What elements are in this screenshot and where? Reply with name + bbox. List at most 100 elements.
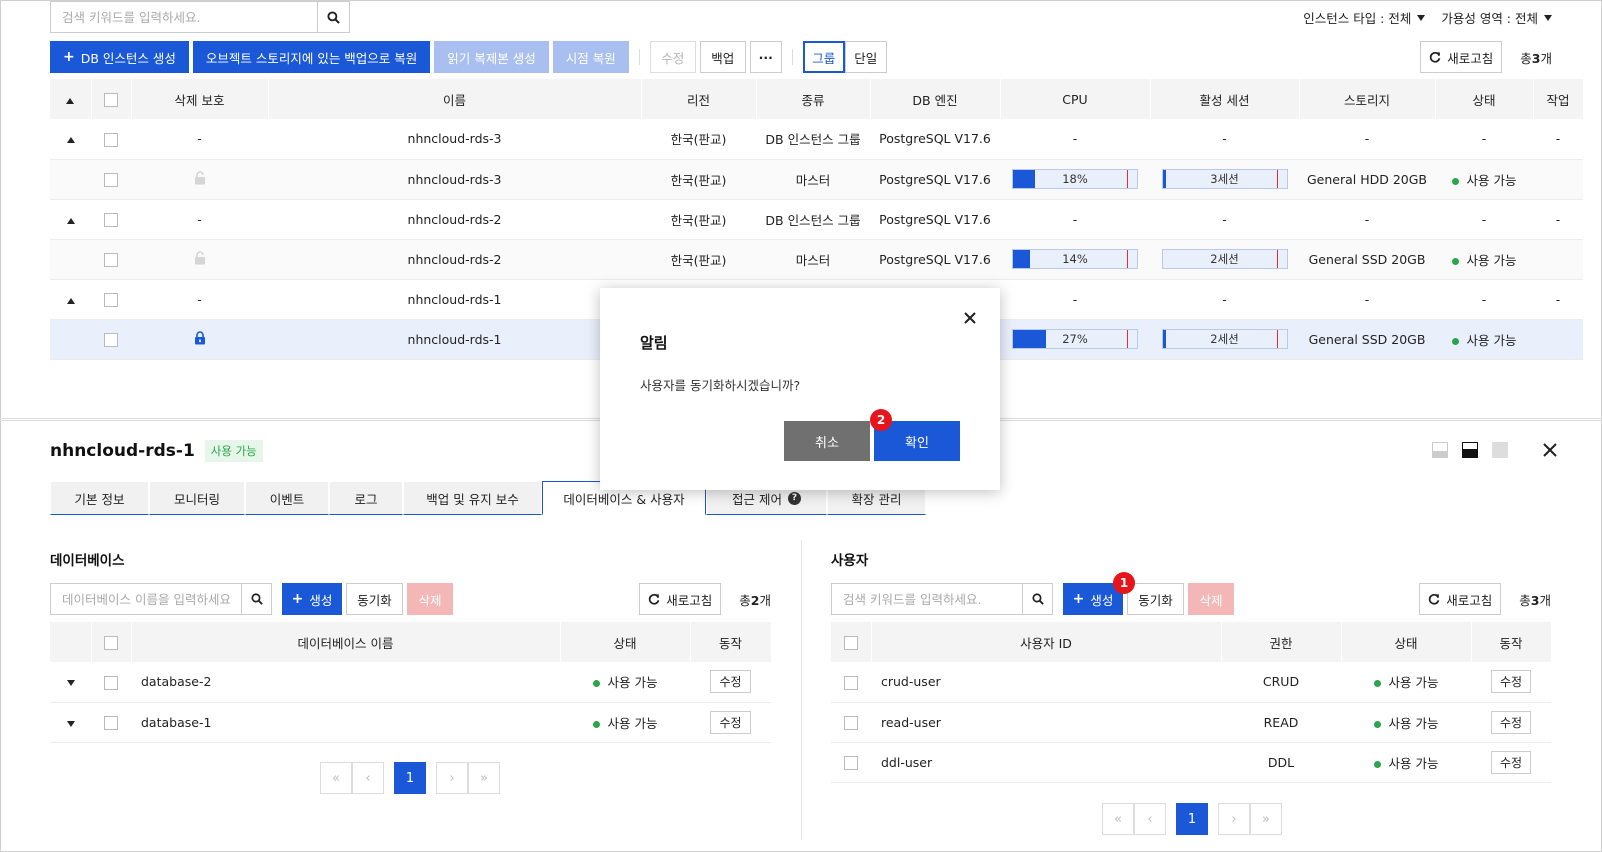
user-sync-button[interactable]: 동기화 [1127, 583, 1184, 615]
create-db-instance-button[interactable]: + DB 인스턴스 생성 [50, 41, 189, 73]
instance-name: nhncloud-rds-1 [268, 319, 641, 360]
database-create-button[interactable]: + 생성 [282, 583, 342, 615]
user-edit-button[interactable]: 수정 [1490, 750, 1532, 774]
table-row[interactable]: nhncloud-rds-2 한국(판교) 마스터 PostgreSQL V17… [50, 239, 1583, 280]
row-checkbox[interactable] [104, 675, 118, 690]
select-all-checkbox[interactable] [104, 635, 118, 650]
layout-full-icon[interactable] [1492, 442, 1508, 458]
last-page-button[interactable]: » [1250, 803, 1282, 835]
last-page-button[interactable]: » [468, 762, 500, 794]
row-checkbox[interactable] [844, 675, 858, 690]
database-search-box [50, 583, 272, 615]
refresh-icon [1430, 51, 1441, 63]
table-row[interactable]: nhncloud-rds-3 한국(판교) 마스터 PostgreSQL V17… [50, 159, 1583, 200]
view-single-button[interactable]: 단일 [844, 41, 887, 73]
database-refresh-button[interactable]: 새로고침 [639, 583, 722, 615]
layout-split-icon[interactable] [1432, 442, 1448, 458]
row-checkbox[interactable] [844, 715, 858, 730]
table-row[interactable]: read-user READ 사용 가능 수정 [831, 702, 1551, 743]
restore-from-backup-button[interactable]: 오브젝트 스토리지에 있는 백업으로 복원 [192, 41, 431, 73]
group-collapse-toggle[interactable] [50, 119, 91, 160]
current-page[interactable]: 1 [1176, 803, 1208, 835]
status-dot [592, 680, 600, 688]
group-collapse-toggle[interactable] [50, 199, 91, 240]
backup-button[interactable]: 백업 [699, 41, 746, 73]
db-engine: PostgreSQL V17.6 [870, 119, 1000, 160]
database-edit-button[interactable]: 수정 [710, 710, 751, 734]
database-edit-button[interactable]: 수정 [710, 670, 751, 694]
current-page[interactable]: 1 [394, 762, 426, 794]
expand-toggle[interactable] [50, 702, 91, 743]
group-collapse-toggle[interactable] [50, 279, 91, 320]
first-page-button[interactable]: « [1102, 803, 1134, 835]
row-checkbox[interactable] [844, 755, 858, 770]
first-page-button[interactable]: « [320, 762, 352, 794]
table-row[interactable]: ddl-user DDL 사용 가능 수정 [831, 742, 1551, 783]
table-row[interactable]: - nhncloud-rds-2 한국(판교) DB 인스턴스 그룹 Postg… [50, 199, 1583, 240]
row-checkbox[interactable] [104, 715, 118, 730]
row-checkbox[interactable] [104, 332, 118, 347]
active-sessions: - [1150, 119, 1299, 160]
row-checkbox[interactable] [104, 252, 118, 267]
prev-page-button[interactable]: ‹ [352, 762, 384, 794]
row-checkbox[interactable] [104, 212, 118, 227]
table-row[interactable]: - nhncloud-rds-3 한국(판교) DB 인스턴스 그룹 Postg… [50, 119, 1583, 160]
column-header: 상태 [1341, 622, 1472, 662]
column-header: 상태 [560, 622, 691, 662]
row-checkbox[interactable] [104, 132, 118, 147]
instance-type-filter[interactable]: 인스턴스 타입 : 전체 [1303, 8, 1426, 27]
user-search-button[interactable] [1022, 584, 1052, 614]
availability-zone-filter[interactable]: 가용성 영역 : 전체 [1441, 8, 1552, 27]
refresh-button[interactable]: 새로고침 [1420, 41, 1503, 73]
database-search-button[interactable] [241, 584, 271, 614]
plus-icon: + [63, 49, 75, 65]
user-delete-button[interactable]: 삭제 [1188, 583, 1234, 615]
table-row[interactable]: crud-user CRUD 사용 가능 수정 [831, 662, 1551, 703]
more-button[interactable]: ··· [749, 41, 782, 73]
select-all-checkbox[interactable] [104, 92, 118, 107]
edit-button[interactable]: 수정 [649, 41, 696, 73]
tab-monitoring[interactable]: 모니터링 [149, 481, 245, 515]
chevron-up-icon [66, 217, 75, 224]
row-checkbox[interactable] [104, 172, 118, 187]
next-page-button[interactable]: › [1218, 803, 1250, 835]
user-id: crud-user [871, 662, 1221, 703]
database-delete-button[interactable]: 삭제 [407, 583, 453, 615]
database-sync-button[interactable]: 동기화 [346, 583, 403, 615]
select-all-checkbox[interactable] [843, 635, 858, 650]
table-row[interactable]: database-1 사용 가능 수정 [50, 702, 771, 743]
prev-page-button[interactable]: ‹ [1134, 803, 1166, 835]
user-edit-button[interactable]: 수정 [1490, 710, 1532, 734]
collapse-all-toggle[interactable] [50, 79, 92, 119]
next-page-button[interactable]: › [436, 762, 468, 794]
view-group-button[interactable]: 그룹 [802, 41, 845, 73]
point-in-time-restore-button[interactable]: 시점 복원 [552, 41, 629, 73]
expand-toggle[interactable] [50, 662, 91, 703]
instance-search-button[interactable] [317, 2, 349, 32]
create-read-replica-button[interactable]: 읽기 복제본 생성 [434, 41, 549, 73]
tab-basic-info[interactable]: 기본 정보 [50, 481, 149, 515]
cancel-button[interactable]: 취소 [784, 421, 870, 461]
cpu-usage-bar: 27% [1012, 329, 1138, 349]
layout-half-icon[interactable] [1462, 442, 1478, 458]
user-refresh-button[interactable]: 새로고침 [1419, 583, 1502, 615]
instance-search-input[interactable] [51, 2, 317, 32]
user-edit-button[interactable]: 수정 [1490, 670, 1532, 694]
instance-type: DB 인스턴스 그룹 [756, 119, 870, 160]
row-checkbox[interactable] [104, 292, 118, 307]
tab-backup-maintenance[interactable]: 백업 및 유지 보수 [403, 481, 542, 515]
table-header-row: 사용자 ID 권한 상태 동작 [831, 622, 1552, 662]
storage: General SSD 20GB [1299, 239, 1435, 280]
close-icon[interactable] [1542, 442, 1558, 458]
table-row[interactable]: database-2 사용 가능 수정 [50, 662, 771, 703]
status-dot [1451, 337, 1459, 345]
database-search-input[interactable] [51, 584, 241, 614]
column-header: 리전 [641, 79, 757, 119]
status: 사용 가능 [1466, 252, 1517, 268]
tab-logs[interactable]: 로그 [329, 481, 403, 515]
instance-type: 마스터 [756, 239, 870, 280]
tab-events[interactable]: 이벤트 [245, 481, 329, 515]
close-icon[interactable] [962, 310, 978, 326]
help-icon[interactable]: ? [787, 491, 801, 505]
user-search-input[interactable] [832, 584, 1022, 614]
